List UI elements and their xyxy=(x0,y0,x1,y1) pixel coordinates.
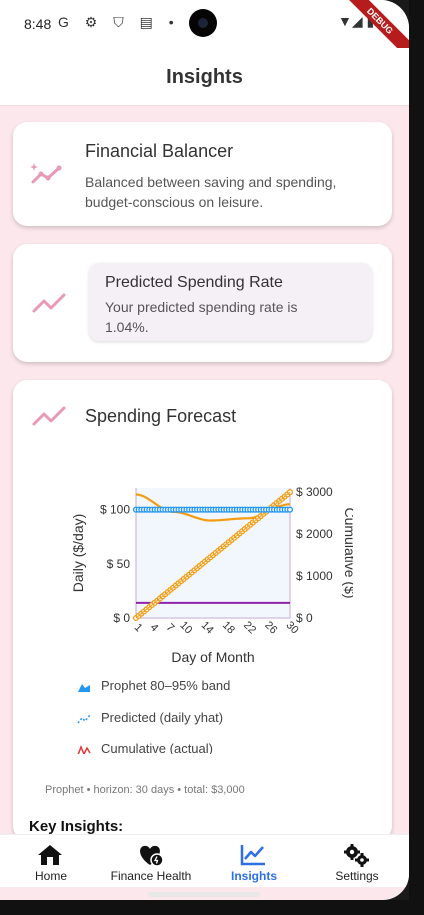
band-swatch-icon xyxy=(78,684,90,692)
home-icon xyxy=(38,845,62,865)
predicted-point xyxy=(286,506,294,513)
nav-label: Insights xyxy=(230,869,277,883)
y-right-axis-label: Cumulative ($) xyxy=(342,507,353,598)
card-description-line1: Your predicted spending rate is xyxy=(105,299,298,315)
x-axis-label: Day of Month xyxy=(171,649,254,665)
y-left-axis-label: Daily ($/day) xyxy=(70,514,86,593)
x-tick-label: 22 xyxy=(241,619,258,636)
card-title: Spending Forecast xyxy=(85,406,237,426)
chart-icon xyxy=(240,845,265,866)
x-tick-label: 26 xyxy=(262,619,279,636)
y-right-tick-label: $ 2000 xyxy=(296,527,333,541)
x-tick-label: 7 xyxy=(164,621,177,634)
device-frame xyxy=(409,0,424,915)
y-left-tick-label: $ 0 xyxy=(113,611,130,625)
x-tick-label: 10 xyxy=(177,619,194,636)
status-bar: 8:48 G ⚙ ⛉ ▤ • ▼◢ ▮ DEBUG xyxy=(0,0,409,65)
chart-legend: Prophet 80–95% band Predicted (daily yha… xyxy=(77,674,377,754)
bottom-navigation: Home Finance Health Insights Settings xyxy=(0,834,409,887)
card-description-line2: 1.04%. xyxy=(105,319,149,335)
camera-cutout xyxy=(189,9,217,37)
y-left-tick-label: $ 50 xyxy=(107,557,131,571)
y-right-tick-label: $ 1000 xyxy=(296,569,333,583)
sparkline-icon xyxy=(30,163,62,184)
trend-icon xyxy=(32,293,66,313)
spending-forecast-card[interactable]: Spending Forecast $ 0 $ 50 $ 100 $ 0 $ 1000 $… xyxy=(13,380,392,840)
x-tick-label: 18 xyxy=(220,619,237,636)
nav-label: Settings xyxy=(335,869,379,883)
nav-item-insights[interactable]: Insights xyxy=(203,835,305,887)
key-insights-heading: Key Insights: xyxy=(29,818,124,835)
page-title: Insights xyxy=(166,66,243,88)
dotted-line-swatch-icon xyxy=(77,714,91,724)
gears-icon xyxy=(344,844,369,867)
x-tick-label: 1 xyxy=(132,621,145,634)
heart-health-icon xyxy=(140,845,164,867)
legend-label: Prophet 80–95% band xyxy=(101,678,231,693)
legend-label: Predicted (daily yhat) xyxy=(101,710,224,725)
card-title: Predicted Spending Rate xyxy=(105,274,283,291)
app-bar: Insights xyxy=(0,48,409,106)
legend-label: Cumulative (actual) xyxy=(101,741,213,754)
nav-item-settings[interactable]: Settings xyxy=(306,835,408,887)
forecast-chart: $ 0$ 50$ 100$ 0$ 1000$ 2000$ 30001 4 7 10 14… xyxy=(70,485,353,665)
y-right-tick-label: $ 0 xyxy=(296,611,313,625)
nav-label: Home xyxy=(34,869,67,883)
card-title: Financial Balancer xyxy=(85,141,234,161)
trend-icon xyxy=(32,406,66,426)
y-right-tick-label: $ 3000 xyxy=(296,485,333,499)
device-frame-bottom xyxy=(0,900,424,915)
predicted-rate-box: Predicted Spending Rate Your predicted s… xyxy=(89,263,372,341)
home-indicator xyxy=(148,892,260,897)
line-swatch-icon xyxy=(77,744,91,754)
nav-item-home[interactable]: Home xyxy=(0,835,102,887)
status-time: 8:48 xyxy=(24,16,52,32)
financial-balancer-card[interactable]: Financial Balancer Balanced between savi… xyxy=(13,122,392,226)
screen: 8:48 G ⚙ ⛉ ▤ • ▼◢ ▮ DEBUG Insights Finan… xyxy=(0,0,409,900)
x-tick-label: 4 xyxy=(148,621,161,634)
card-description-line1: Balanced between saving and spending, xyxy=(85,174,337,190)
x-tick-label: 14 xyxy=(199,619,216,636)
status-icons: G ⚙ ⛉ ▤ • xyxy=(58,14,180,30)
nav-label: Finance Health xyxy=(110,869,192,883)
predicted-rate-card[interactable]: Predicted Spending Rate Your predicted s… xyxy=(13,244,392,362)
y-left-tick-label: $ 100 xyxy=(100,503,130,517)
forecast-caption: Prophet • horizon: 30 days • total: $3,0… xyxy=(45,784,245,796)
nav-item-finance-health[interactable]: Finance Health xyxy=(100,835,202,887)
card-description-line2: budget-conscious on leisure. xyxy=(85,194,264,210)
